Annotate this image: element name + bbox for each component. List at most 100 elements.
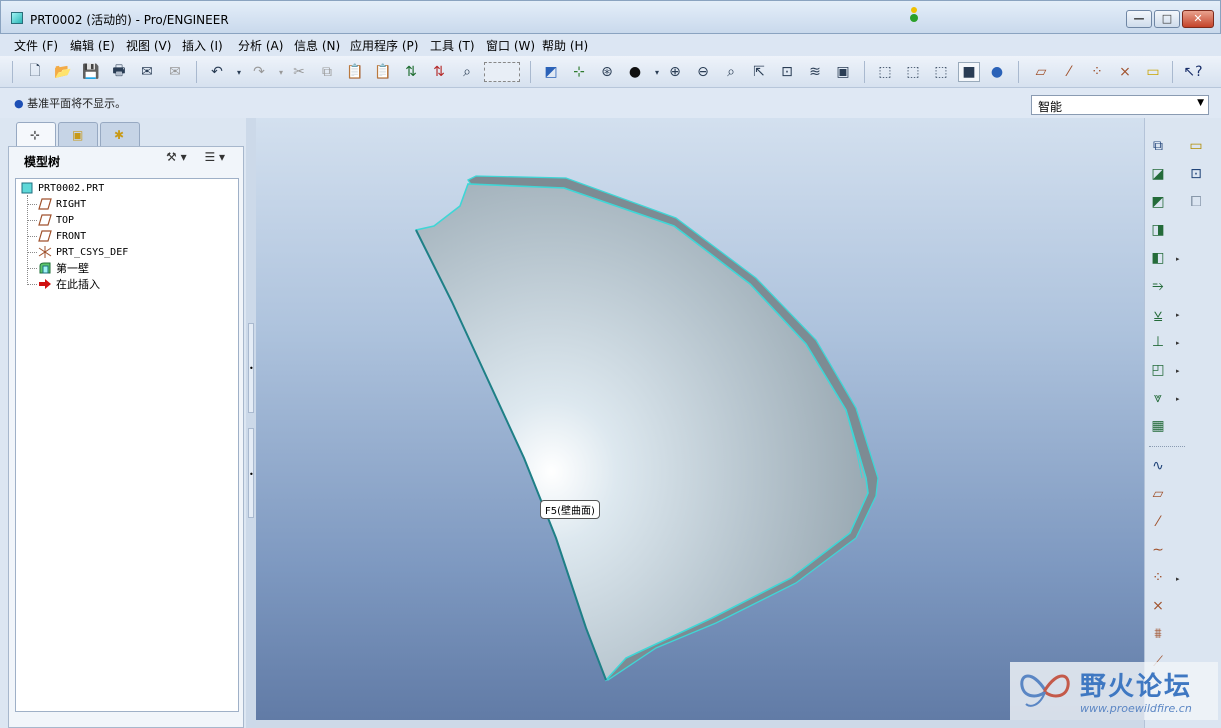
tree-item-front[interactable]: FRONT bbox=[38, 228, 86, 244]
sketch-tool-icon[interactable]: ∿ bbox=[1147, 456, 1169, 476]
navigator-splitter[interactable]: • • bbox=[246, 118, 256, 728]
find-icon[interactable]: ⌕ bbox=[456, 62, 478, 82]
extend-wall-icon[interactable]: ◧ bbox=[1147, 248, 1169, 268]
minimize-button[interactable]: — bbox=[1126, 10, 1152, 28]
flyout-arrow-icon[interactable]: ▸ bbox=[1176, 395, 1180, 403]
flyout-arrow-icon[interactable]: ▸ bbox=[1176, 255, 1180, 263]
undo-dropdown-icon[interactable]: ▾ bbox=[228, 62, 250, 82]
coordinate-system-tool-icon[interactable]: ⨯ bbox=[1147, 596, 1169, 616]
datum-curve-tool-icon[interactable]: ∼ bbox=[1147, 540, 1169, 560]
layers-icon[interactable]: ≋ bbox=[804, 62, 826, 82]
sheetmetal-model[interactable] bbox=[256, 118, 1144, 720]
tree-item-insert-here[interactable]: 在此插入 bbox=[38, 276, 100, 292]
copy-geometry-icon[interactable]: ⧠ bbox=[1185, 192, 1207, 212]
new-file-icon[interactable]: 🗋 bbox=[24, 62, 46, 82]
enhanced-realism-icon[interactable]: ● bbox=[986, 62, 1008, 82]
menu-tools[interactable]: 工具 (T) bbox=[430, 37, 475, 54]
wall-surface[interactable] bbox=[414, 183, 869, 682]
settings-tools-icon[interactable]: ⚒ ▾ bbox=[166, 150, 187, 164]
menu-file[interactable]: 文件 (F) bbox=[14, 37, 58, 54]
save-icon[interactable]: 💾 bbox=[80, 62, 102, 82]
tree-item-label: 第一壁 bbox=[56, 262, 89, 275]
menu-edit[interactable]: 编辑 (E) bbox=[70, 37, 115, 54]
bend-back-icon[interactable]: ◰ bbox=[1147, 360, 1169, 380]
datum-point-tool-icon[interactable]: ⁘ bbox=[1147, 568, 1169, 588]
context-help-icon[interactable]: ↖? bbox=[1182, 62, 1204, 82]
tab-model-tree[interactable]: ⊹ bbox=[16, 122, 56, 146]
print-icon[interactable]: 🖶 bbox=[108, 62, 130, 82]
menu-applications[interactable]: 应用程序 (P) bbox=[350, 37, 418, 54]
orient-mode-icon[interactable]: ⊛ bbox=[596, 62, 618, 82]
wireframe-icon[interactable]: ⬚ bbox=[874, 62, 896, 82]
copy-icon[interactable]: ⧉ bbox=[316, 62, 338, 82]
zoom-out-icon[interactable]: ⊖ bbox=[692, 62, 714, 82]
menu-window[interactable]: 窗口 (W) bbox=[486, 37, 535, 54]
flange-wall-icon[interactable]: ◩ bbox=[1147, 192, 1169, 212]
tab-folder-browser[interactable]: ▣ bbox=[58, 122, 98, 146]
redo-icon[interactable]: ↷ bbox=[248, 62, 270, 82]
close-button[interactable]: ✕ bbox=[1182, 10, 1214, 28]
annotation-display-icon[interactable]: ▭ bbox=[1142, 62, 1164, 82]
maximize-button[interactable]: □ bbox=[1154, 10, 1180, 28]
rip-icon[interactable]: ⥱ bbox=[1147, 276, 1169, 296]
tree-item-top[interactable]: TOP bbox=[38, 212, 74, 228]
datum-axes-display-icon[interactable]: ⁄ bbox=[1058, 62, 1080, 82]
regenerate-icon[interactable]: ⇅ bbox=[400, 62, 422, 82]
tree-item-right[interactable]: RIGHT bbox=[38, 196, 86, 212]
graphics-window[interactable]: F5(壁曲面) bbox=[256, 118, 1144, 720]
selection-box-icon[interactable] bbox=[484, 62, 520, 82]
view-manager-icon[interactable]: ▣ bbox=[832, 62, 854, 82]
unbend-icon[interactable]: ⊥ bbox=[1147, 332, 1169, 352]
menu-analysis[interactable]: 分析 (A) bbox=[238, 37, 283, 54]
no-hidden-icon[interactable]: ⬚ bbox=[930, 62, 952, 82]
flyout-arrow-icon[interactable]: ▸ bbox=[1176, 367, 1180, 375]
flat-wall-icon[interactable]: ◨ bbox=[1147, 220, 1169, 240]
flyout-arrow-icon[interactable]: ▸ bbox=[1176, 339, 1180, 347]
bend-icon[interactable]: ⩣ bbox=[1147, 304, 1169, 324]
analysis-feature-icon[interactable]: ⩩ bbox=[1147, 624, 1169, 644]
hole-feature-icon[interactable]: ⧉ bbox=[1147, 136, 1169, 156]
annotation-tool-icon[interactable]: ▭ bbox=[1185, 136, 1207, 156]
flyout-arrow-icon[interactable]: ▸ bbox=[1176, 311, 1180, 319]
unattached-wall-icon[interactable]: ◪ bbox=[1147, 164, 1169, 184]
appearance-sphere-icon[interactable]: ● bbox=[624, 62, 646, 82]
datum-planes-display-icon[interactable]: ▱ bbox=[1030, 62, 1052, 82]
send-link-icon[interactable]: ✉ bbox=[164, 62, 186, 82]
zoom-in-icon[interactable]: ⊕ bbox=[664, 62, 686, 82]
undo-icon[interactable]: ↶ bbox=[206, 62, 228, 82]
menu-view[interactable]: 视图 (V) bbox=[126, 37, 171, 54]
reorient-icon[interactable]: ⇱ bbox=[748, 62, 770, 82]
tree-item-part[interactable]: PRT0002.PRT bbox=[20, 180, 104, 196]
paste-icon[interactable]: 📋 bbox=[344, 62, 366, 82]
regen-manager-icon[interactable]: ⇅ bbox=[428, 62, 450, 82]
tree-item-label: FRONT bbox=[56, 230, 87, 242]
datum-points-display-icon[interactable]: ⁘ bbox=[1086, 62, 1108, 82]
tree-item-label: TOP bbox=[56, 214, 75, 226]
menu-info[interactable]: 信息 (N) bbox=[294, 37, 340, 54]
punch-icon[interactable]: ⩔ bbox=[1147, 388, 1169, 408]
tab-favorites[interactable]: ✱ bbox=[100, 122, 140, 146]
flat-pattern-icon[interactable]: ▦ bbox=[1147, 416, 1169, 436]
datum-plane-tool-icon[interactable]: ▱ bbox=[1147, 484, 1169, 504]
open-folder-icon[interactable]: 📂 bbox=[52, 62, 74, 82]
sketch-view-icon[interactable]: ◩ bbox=[540, 62, 562, 82]
paste-special-icon[interactable]: 📋 bbox=[372, 62, 394, 82]
menu-insert[interactable]: 插入 (I) bbox=[182, 37, 223, 54]
send-mail-icon[interactable]: ✉ bbox=[136, 62, 158, 82]
selection-filter-select[interactable]: 智能 ▼ bbox=[1031, 95, 1209, 115]
datum-axis-tool-icon[interactable]: ⁄ bbox=[1147, 512, 1169, 532]
spin-center-icon[interactable]: ⊹ bbox=[568, 62, 590, 82]
view-tool-icon[interactable]: ⊡ bbox=[1185, 164, 1207, 184]
minimize-icon: — bbox=[1133, 12, 1145, 25]
saved-views-icon[interactable]: ⊡ bbox=[776, 62, 798, 82]
hidden-line-icon[interactable]: ⬚ bbox=[902, 62, 924, 82]
tree-item-csys[interactable]: PRT_CSYS_DEF bbox=[38, 244, 128, 260]
flyout-arrow-icon[interactable]: ▸ bbox=[1176, 575, 1180, 583]
tree-item-first-wall[interactable]: 第一壁 bbox=[38, 260, 89, 276]
show-menu-icon[interactable]: ☰ ▾ bbox=[204, 150, 225, 164]
shading-icon[interactable]: ■ bbox=[958, 62, 980, 82]
menu-help[interactable]: 帮助 (H) bbox=[542, 37, 588, 54]
coordinate-systems-display-icon[interactable]: ⨯ bbox=[1114, 62, 1136, 82]
cut-icon[interactable]: ✂ bbox=[288, 62, 310, 82]
refit-icon[interactable]: ⌕ bbox=[720, 62, 742, 82]
